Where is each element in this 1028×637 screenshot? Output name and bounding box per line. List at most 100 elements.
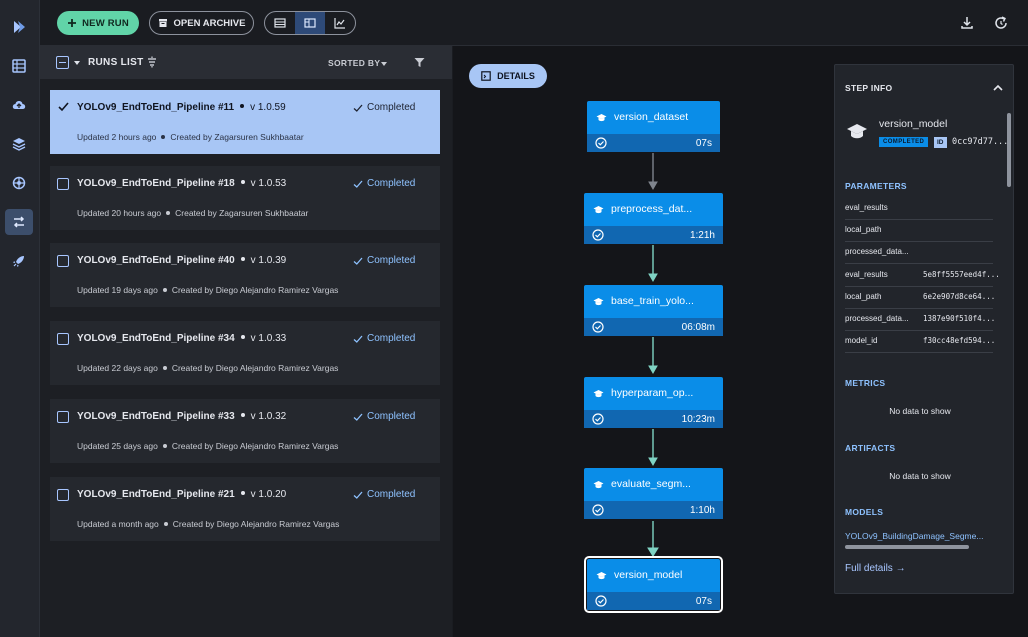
- chart-view-button[interactable]: [325, 12, 355, 34]
- parameter-key: local_path: [845, 291, 882, 301]
- brain-icon[interactable]: [5, 170, 33, 196]
- parameter-value[interactable]: 1387e90f510f4...: [923, 314, 995, 323]
- run-status: Completed: [353, 411, 415, 422]
- chevron-up-icon[interactable]: [992, 82, 1004, 94]
- step-node-duration: 10:23m: [681, 413, 715, 425]
- horizontal-scrollbar[interactable]: [845, 545, 969, 549]
- runs-list-header: RUNS LIST SORTED BY: [40, 46, 452, 79]
- run-card[interactable]: YOLOv9_EndToEnd_Pipeline #33 v 1.0.32 Comp…: [50, 399, 440, 463]
- sort-toggle-icon[interactable]: [146, 56, 158, 68]
- run-checkbox[interactable]: [57, 333, 69, 345]
- run-title: YOLOv9_EndToEnd_Pipeline #34 v 1.0.33: [77, 333, 286, 344]
- parameter-key: eval_results: [845, 203, 888, 212]
- layers-icon[interactable]: [5, 131, 33, 157]
- step-info-panel: STEP INFO version_model COMPLETED ID 0cc…: [834, 64, 1014, 594]
- run-name: YOLOv9_EndToEnd_Pipeline #33: [77, 411, 235, 422]
- check-circle-icon: [595, 137, 607, 149]
- step-node-name: preprocess_dat...: [611, 203, 693, 215]
- run-checkbox[interactable]: [57, 178, 69, 190]
- check-icon: [353, 104, 363, 112]
- view-mode-toggle: [264, 11, 356, 35]
- run-card[interactable]: YOLOv9_EndToEnd_Pipeline #40 v 1.0.39 Comp…: [50, 243, 440, 307]
- run-status-label: Completed: [367, 102, 416, 113]
- step-node-duration: 07s: [695, 595, 712, 607]
- separator-dot: [162, 444, 167, 448]
- separator-dot: [166, 211, 171, 215]
- edge-2: [648, 245, 658, 283]
- run-checkbox[interactable]: [57, 411, 69, 423]
- cloud-upload-icon[interactable]: [5, 92, 33, 118]
- step-node-header: base_train_yolo...: [584, 285, 723, 317]
- projects-icon[interactable]: [5, 53, 33, 79]
- sorted-by-dropdown[interactable]: SORTED BY: [328, 58, 380, 68]
- run-name: YOLOv9_EndToEnd_Pipeline #40: [77, 255, 235, 266]
- check-icon: [353, 180, 363, 188]
- filter-icon[interactable]: [414, 57, 425, 68]
- run-card[interactable]: YOLOv9_EndToEnd_Pipeline #34 v 1.0.33 Comp…: [50, 321, 440, 385]
- run-status-label: Completed: [367, 489, 416, 500]
- graduation-cap-icon: [596, 113, 607, 121]
- dag-step-node[interactable]: version_model 07s: [584, 556, 723, 613]
- parameter-row: processed_data... 1387e90f510f4...: [845, 309, 995, 331]
- check-circle-icon: [592, 229, 604, 241]
- full-details-link[interactable]: Full details →: [845, 563, 906, 574]
- sorted-by-caret-icon[interactable]: [381, 62, 387, 66]
- table-view-button[interactable]: [265, 12, 295, 34]
- dag-step-node[interactable]: preprocess_dat... 1:21h: [584, 193, 723, 244]
- parameter-key: processed_data...: [845, 247, 909, 257]
- select-all-checkbox[interactable]: [56, 56, 69, 69]
- new-run-label: NEW RUN: [82, 17, 129, 29]
- run-updated: Updated 25 days ago: [77, 441, 158, 451]
- new-run-button[interactable]: NEW RUN: [57, 11, 139, 35]
- run-title: YOLOv9_EndToEnd_Pipeline #18 v 1.0.53: [77, 178, 286, 189]
- run-status-label: Completed: [367, 411, 416, 422]
- table-view-icon: [274, 18, 286, 28]
- vertical-scrollbar[interactable]: [1007, 113, 1011, 187]
- separator-dot: [240, 104, 245, 108]
- open-archive-label: OPEN ARCHIVE: [173, 17, 246, 29]
- artifacts-title: ARTIFACTS: [845, 443, 896, 453]
- step-id-value[interactable]: 0cc97d77...: [952, 137, 1008, 147]
- parameter-value[interactable]: 6e2e907d8ce64...: [923, 292, 995, 301]
- artifacts-empty-text: No data to show: [889, 471, 951, 481]
- auto-refresh-icon[interactable]: [993, 15, 1009, 31]
- step-node-header: version_model: [587, 559, 720, 591]
- dag-step-node[interactable]: base_train_yolo... 06:08m: [584, 285, 723, 336]
- check-circle-icon: [595, 595, 607, 607]
- parameter-key: model_id: [845, 336, 878, 346]
- run-status: Completed: [353, 489, 415, 500]
- dag-step-node[interactable]: evaluate_segm... 1:10h: [584, 468, 723, 519]
- run-meta: Updated 19 days ago Created by Diego Alej…: [77, 285, 338, 295]
- download-icon[interactable]: [959, 15, 975, 31]
- parameter-key: processed_data...: [845, 314, 909, 323]
- run-checkbox[interactable]: [57, 255, 69, 267]
- dag-step-node[interactable]: version_dataset 07s: [587, 101, 720, 152]
- step-node-footer: 07s: [587, 134, 720, 152]
- graduation-cap-icon: [596, 571, 607, 579]
- edge-4: [648, 429, 658, 467]
- open-archive-button[interactable]: OPEN ARCHIVE: [149, 11, 254, 35]
- run-card[interactable]: YOLOv9_EndToEnd_Pipeline #21 v 1.0.20 Comp…: [50, 477, 440, 541]
- run-checkbox[interactable]: [57, 489, 69, 501]
- run-title: YOLOv9_EndToEnd_Pipeline #40 v 1.0.39: [77, 255, 286, 266]
- step-node-name: version_dataset: [614, 111, 689, 123]
- dag-step-node[interactable]: hyperparam_op... 10:23m: [584, 377, 723, 428]
- check-circle-icon: [592, 504, 604, 516]
- pipelines-icon[interactable]: [5, 209, 33, 235]
- select-menu-caret-icon[interactable]: [74, 61, 80, 65]
- run-status-label: Completed: [367, 178, 416, 189]
- parameter-value[interactable]: 5e8ff5557eed4f...: [923, 270, 1000, 279]
- chart-view-icon: [334, 18, 345, 29]
- run-meta: Updated 22 days ago Created by Diego Alej…: [77, 363, 338, 373]
- checkmark-icon[interactable]: [57, 100, 70, 113]
- model-link[interactable]: YOLOv9_BuildingDamage_Segme...: [845, 531, 983, 541]
- edge-3: [648, 337, 658, 375]
- rocket-icon[interactable]: [5, 248, 33, 274]
- parameter-value[interactable]: f30cc48efd594...: [923, 336, 995, 345]
- step-name: version_model: [879, 118, 948, 130]
- home-logo-icon[interactable]: [5, 14, 33, 40]
- run-card[interactable]: YOLOv9_EndToEnd_Pipeline #18 v 1.0.53 Comp…: [50, 166, 440, 230]
- run-meta: Updated 20 hours ago Created by Zagarsure…: [77, 208, 308, 218]
- run-card[interactable]: YOLOv9_EndToEnd_Pipeline #11 v 1.0.59 Comp…: [50, 90, 440, 154]
- details-view-button[interactable]: [295, 12, 325, 34]
